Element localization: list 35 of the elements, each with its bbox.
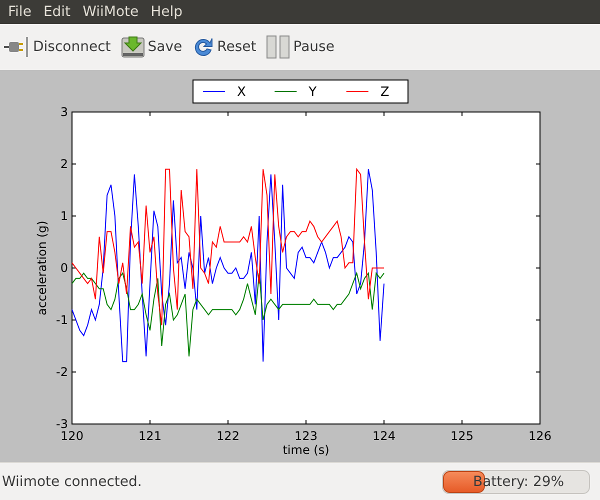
tick-label: 123 bbox=[294, 429, 318, 443]
legend-line bbox=[202, 91, 226, 92]
tick-label: 120 bbox=[60, 429, 84, 443]
refresh-icon bbox=[192, 36, 214, 58]
tick-label: -3 bbox=[56, 417, 68, 431]
tick-label: 125 bbox=[450, 429, 474, 443]
toolbar-button[interactable]: Pause bbox=[266, 35, 334, 59]
axis-label: time (s) bbox=[282, 443, 330, 457]
tick-label: 124 bbox=[372, 429, 396, 443]
legend-label: Y bbox=[308, 85, 317, 100]
toolbar-button[interactable]: Disconnect bbox=[4, 36, 111, 58]
tick-label: 121 bbox=[138, 429, 162, 443]
save-icon bbox=[120, 35, 145, 59]
plug-icon bbox=[4, 36, 30, 58]
tick-label: -2 bbox=[56, 365, 68, 379]
tick-label: 122 bbox=[216, 429, 240, 443]
toolbar-button[interactable]: Reset bbox=[192, 36, 256, 58]
tick-label: 126 bbox=[528, 429, 552, 443]
tick-label: 2 bbox=[60, 157, 68, 171]
axis-label: acceleration (g) bbox=[35, 220, 49, 316]
tick-label: 1 bbox=[60, 209, 68, 223]
tick-label: 3 bbox=[60, 105, 68, 119]
menu-item[interactable]: WiiMote bbox=[76, 4, 145, 20]
menu-item[interactable]: Help bbox=[144, 4, 189, 20]
legend-line bbox=[274, 91, 298, 92]
legend-label: Z bbox=[380, 85, 390, 100]
menu-item[interactable]: Edit bbox=[37, 4, 77, 20]
legend-label: X bbox=[237, 85, 246, 100]
legend-line bbox=[346, 91, 369, 92]
status-message: Wiimote connected. bbox=[2, 474, 142, 490]
pause-icon bbox=[266, 35, 290, 59]
toolbar-button[interactable]: Save bbox=[120, 35, 182, 59]
tick-label: -1 bbox=[56, 313, 68, 327]
menu-item[interactable]: File bbox=[2, 4, 38, 20]
tick-label: 0 bbox=[60, 261, 68, 275]
